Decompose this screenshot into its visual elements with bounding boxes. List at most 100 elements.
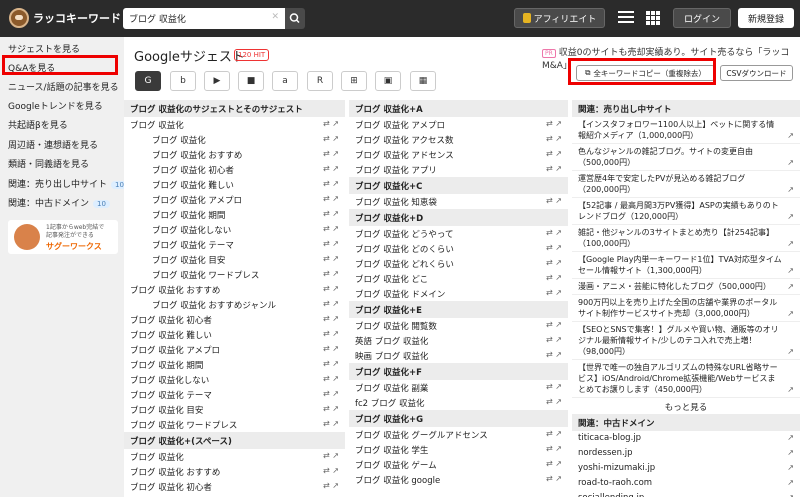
external-link-icon[interactable]: ↗ <box>787 211 794 222</box>
keyword-row[interactable]: ブログ 収益化 テーマ ⇄ ↗ <box>124 237 345 252</box>
external-link-icon[interactable]: ↗ <box>332 389 339 398</box>
external-link-icon[interactable]: ↗ <box>555 149 562 158</box>
keyword-row[interactable]: ブログ 収益化 おすすめ ⇄ ↗ <box>124 464 345 479</box>
retweet-icon[interactable]: ⇄ <box>546 243 553 252</box>
bing-source-tab[interactable]: b <box>170 71 196 91</box>
external-link-icon[interactable]: ↗ <box>332 481 339 490</box>
domain-item[interactable]: sociallending.jp ↗ <box>572 491 800 497</box>
external-link-icon[interactable]: ↗ <box>332 299 339 308</box>
external-link-icon[interactable]: ↗ <box>787 463 794 472</box>
sale-site-item[interactable]: 【SEOとSNSで集客！】グルメや買い物、通販等のオリジナル最新情報サイト/少し… <box>572 322 800 360</box>
retweet-icon[interactable]: ⇄ <box>323 329 330 338</box>
retweet-icon[interactable]: ⇄ <box>323 179 330 188</box>
external-link-icon[interactable]: ↗ <box>332 451 339 460</box>
external-link-icon[interactable]: ↗ <box>555 288 562 297</box>
keyword-row[interactable]: ブログ 収益化 どのくらい ⇄ ↗ <box>349 241 568 256</box>
external-link-icon[interactable]: ↗ <box>555 258 562 267</box>
external-link-icon[interactable]: ↗ <box>787 384 794 395</box>
external-link-icon[interactable]: ↗ <box>332 149 339 158</box>
retweet-icon[interactable]: ⇄ <box>546 429 553 438</box>
amazon-source-tab[interactable]: a <box>272 71 298 91</box>
login-button[interactable]: ログイン <box>673 8 731 28</box>
external-link-icon[interactable]: ↗ <box>787 346 794 357</box>
google-source-tab[interactable]: G <box>135 71 161 91</box>
external-link-icon[interactable]: ↗ <box>787 478 794 487</box>
keyword-row[interactable]: ブログ 収益化 初心者 ⇄ ↗ <box>124 479 345 494</box>
sale-site-item[interactable]: 【インスタフォロワー1100人以上】ペットに関する情報紹介メディア（1,000,… <box>572 117 800 144</box>
retweet-icon[interactable]: ⇄ <box>323 389 330 398</box>
retweet-icon[interactable]: ⇄ <box>323 419 330 428</box>
retweet-icon[interactable]: ⇄ <box>323 344 330 353</box>
keyword-row[interactable]: ブログ 収益化 初心者 ⇄ ↗ <box>124 162 345 177</box>
retweet-icon[interactable]: ⇄ <box>546 119 553 128</box>
keyword-row[interactable]: ブログ 収益化 難しい ⇄ ↗ <box>124 327 345 342</box>
retweet-icon[interactable]: ⇄ <box>546 397 553 406</box>
sagooworks-ad-banner[interactable]: 1記事からweb完結で 記事発注ができる サグーワークス <box>8 220 118 254</box>
keyword-row[interactable]: ブログ 収益化 期間 ⇄ ↗ <box>124 207 345 222</box>
external-link-icon[interactable]: ↗ <box>787 448 794 457</box>
retweet-icon[interactable]: ⇄ <box>323 164 330 173</box>
keyword-row[interactable]: ブログ 収益化 副業 ⇄ ↗ <box>349 380 568 395</box>
retweet-icon[interactable]: ⇄ <box>546 444 553 453</box>
retweet-icon[interactable]: ⇄ <box>323 134 330 143</box>
keyword-row[interactable]: ブログ 収益化 アメプロ ⇄ ↗ <box>124 342 345 357</box>
retweet-icon[interactable]: ⇄ <box>323 299 330 308</box>
apps-source-tab[interactable]: ▦ <box>410 71 436 91</box>
external-link-icon[interactable]: ↗ <box>555 444 562 453</box>
keyword-row[interactable]: ブログ 収益化 グーグルアドセンス ⇄ ↗ <box>349 427 568 442</box>
retweet-icon[interactable]: ⇄ <box>323 254 330 263</box>
external-link-icon[interactable]: ↗ <box>555 164 562 173</box>
shopping-source-tab[interactable]: ⊞ <box>341 71 367 91</box>
keyword-row[interactable]: ブログ 収益化 ワードプレス ⇄ ↗ <box>124 267 345 282</box>
keyword-row[interactable]: ブログ 収益化 初心者 ⇄ ↗ <box>124 312 345 327</box>
keyword-row[interactable]: ブログ 収益化 難しい ⇄ ↗ <box>124 177 345 192</box>
external-link-icon[interactable]: ↗ <box>332 179 339 188</box>
keyword-row[interactable]: ブログ 収益化 知恵袋 ⇄ ↗ <box>349 194 568 209</box>
keyword-row[interactable]: ブログ 収益化 おすすめ ⇄ ↗ <box>124 147 345 162</box>
external-link-icon[interactable]: ↗ <box>787 433 794 442</box>
external-link-icon[interactable]: ↗ <box>332 269 339 278</box>
keyword-row[interactable]: ブログ 収益化 どこ ⇄ ↗ <box>349 271 568 286</box>
external-link-icon[interactable]: ↗ <box>332 224 339 233</box>
keyword-row[interactable]: ブログ 収益化 アプリ ⇄ ↗ <box>349 162 568 177</box>
retweet-icon[interactable]: ⇄ <box>323 224 330 233</box>
sidebar-item-cooccur[interactable]: 共起語βを見る <box>8 118 68 131</box>
retweet-icon[interactable]: ⇄ <box>323 149 330 158</box>
keyword-row[interactable]: ブログ 収益化 ⇄ ↗ <box>124 117 345 132</box>
retweet-icon[interactable]: ⇄ <box>323 481 330 490</box>
sale-site-item[interactable]: 色んなジャンルの雑記ブログ。サイトの変更自由（500,000円） ↗ <box>572 144 800 171</box>
site-logo[interactable]: ラッコキーワード <box>9 8 121 28</box>
csv-download-button[interactable]: CSVダウンロード <box>720 65 793 81</box>
keyword-row[interactable]: ブログ 収益化 アクセス数 ⇄ ↗ <box>349 132 568 147</box>
keyword-row[interactable]: ブログ 収益化 どうやって ⇄ ↗ <box>349 226 568 241</box>
keyword-row[interactable]: ブログ 収益化 目安 ⇄ ↗ <box>124 252 345 267</box>
keyword-row[interactable]: ブログ 収益化 アメプロ ⇄ ↗ <box>349 117 568 132</box>
keyword-row[interactable]: ブログ 収益化 おすすめジャンル ⇄ ↗ <box>124 297 345 312</box>
external-link-icon[interactable]: ↗ <box>332 329 339 338</box>
sale-site-item[interactable]: 【世界で唯一の独自アルゴリズムの特殊なURL省略サービス】iOS/Android… <box>572 360 800 398</box>
external-link-icon[interactable]: ↗ <box>555 228 562 237</box>
retweet-icon[interactable]: ⇄ <box>546 350 553 359</box>
external-link-icon[interactable]: ↗ <box>787 184 794 195</box>
external-link-icon[interactable]: ↗ <box>332 419 339 428</box>
external-link-icon[interactable]: ↗ <box>555 429 562 438</box>
external-link-icon[interactable]: ↗ <box>787 157 794 168</box>
domain-item[interactable]: yoshi-mizumaki.jp ↗ <box>572 461 800 476</box>
sidebar-item-news[interactable]: ニュース/話題の記事を見る <box>8 80 119 93</box>
retweet-icon[interactable]: ⇄ <box>546 228 553 237</box>
external-link-icon[interactable]: ↗ <box>332 314 339 323</box>
keyword-row[interactable]: ブログ 収益化 学生 ⇄ ↗ <box>349 442 568 457</box>
keyword-row[interactable]: ブログ 収益化 閲覧数 ⇄ ↗ <box>349 318 568 333</box>
retweet-icon[interactable]: ⇄ <box>546 149 553 158</box>
external-link-icon[interactable]: ↗ <box>555 459 562 468</box>
keyword-row[interactable]: ブログ 収益化 目安 ⇄ ↗ <box>124 402 345 417</box>
external-link-icon[interactable]: ↗ <box>332 209 339 218</box>
external-link-icon[interactable]: ↗ <box>787 265 794 276</box>
sale-site-item[interactable]: 漫画・アニメ・芸能に特化したブログ（500,000円） ↗ <box>572 279 800 295</box>
retweet-icon[interactable]: ⇄ <box>546 273 553 282</box>
keyword-row[interactable]: ブログ 収益化 ゲーム ⇄ ↗ <box>349 457 568 472</box>
video-source-tab[interactable]: ■ <box>238 71 264 91</box>
retweet-icon[interactable]: ⇄ <box>546 258 553 267</box>
external-link-icon[interactable]: ↗ <box>332 344 339 353</box>
retweet-icon[interactable]: ⇄ <box>323 359 330 368</box>
